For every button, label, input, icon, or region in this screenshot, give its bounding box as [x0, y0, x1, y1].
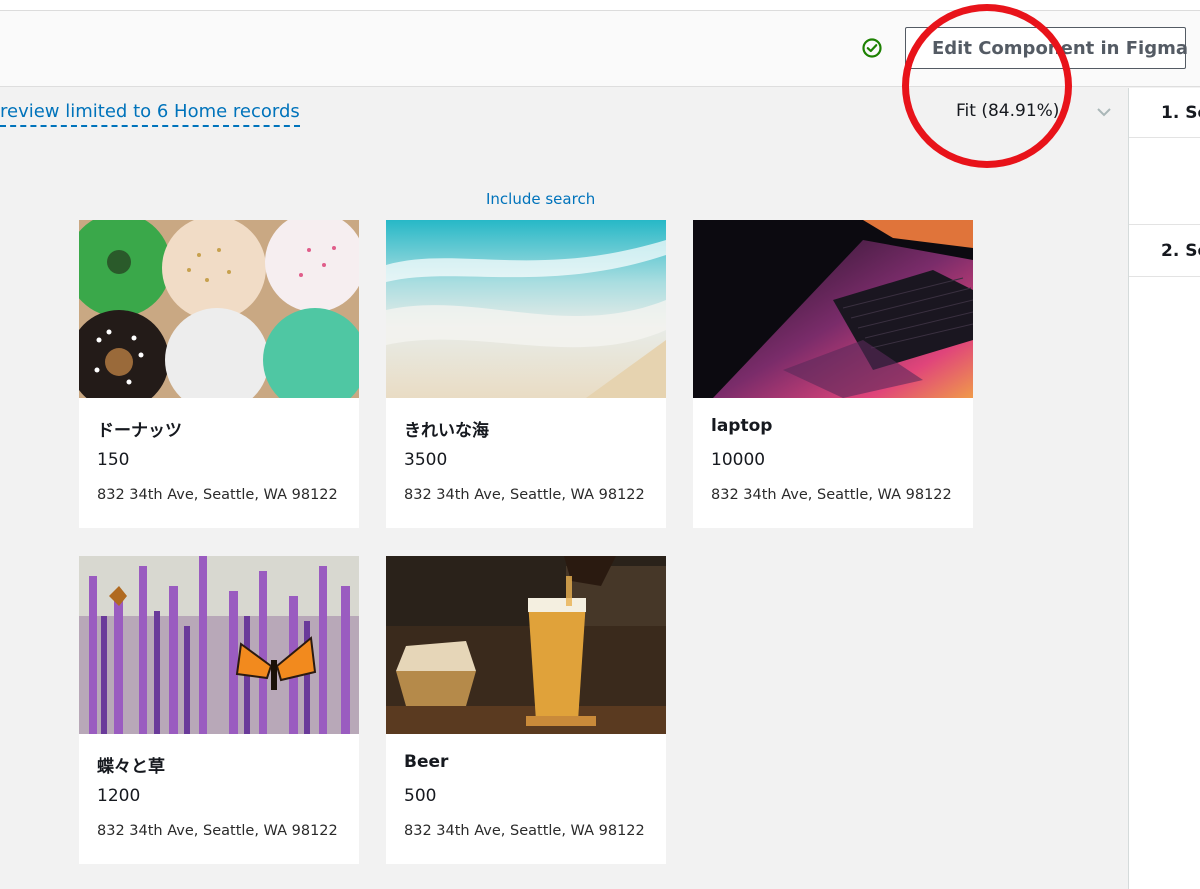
record-card[interactable]: Beer 500 832 34th Ave, Seattle, WA 98122 — [386, 556, 666, 864]
beer-image — [386, 556, 666, 734]
step-1-header[interactable]: 1. Se — [1129, 88, 1200, 138]
edit-component-in-figma-button[interactable]: Edit Component in Figma — [905, 27, 1188, 69]
step-2-header[interactable]: 2. Se — [1129, 225, 1200, 277]
check-circle-icon — [862, 38, 882, 58]
laptop-image — [693, 220, 973, 398]
card-address: 832 34th Ave, Seattle, WA 98122 — [97, 487, 338, 503]
donuts-image — [79, 220, 359, 398]
record-card[interactable]: ドーナッツ 150 832 34th Ave, Seattle, WA 9812… — [79, 220, 359, 528]
card-title: きれいな海 — [404, 421, 489, 441]
card-price: 10000 — [711, 450, 766, 470]
card-title: Beer — [404, 752, 449, 772]
card-title: ドーナッツ — [97, 421, 182, 441]
card-title: laptop — [711, 416, 773, 436]
right-panel: 1. Se 2. Se — [1128, 88, 1200, 889]
card-address: 832 34th Ave, Seattle, WA 98122 — [711, 487, 952, 503]
butterfly-lavender-image — [79, 556, 359, 734]
header-bar: Edit Component in Figma — [0, 11, 1200, 87]
card-address: 832 34th Ave, Seattle, WA 98122 — [97, 823, 338, 839]
top-strip — [0, 0, 1200, 11]
preview-limit-notice[interactable]: review limited to 6 Home records — [0, 101, 300, 127]
card-price: 3500 — [404, 450, 448, 470]
step-1-body — [1129, 139, 1200, 225]
record-card[interactable]: laptop 10000 832 34th Ave, Seattle, WA 9… — [693, 220, 973, 528]
card-address: 832 34th Ave, Seattle, WA 98122 — [404, 823, 645, 839]
zoom-select[interactable]: Fit (84.91%) — [940, 96, 1120, 128]
zoom-label: Fit (84.91%) — [956, 101, 1060, 121]
card-price: 150 — [97, 450, 130, 470]
card-price: 500 — [404, 786, 437, 806]
card-price: 1200 — [97, 786, 141, 806]
record-card[interactable]: きれいな海 3500 832 34th Ave, Seattle, WA 981… — [386, 220, 666, 528]
chevron-down-icon — [1097, 108, 1111, 117]
card-title: 蝶々と草 — [97, 757, 165, 777]
record-card[interactable]: 蝶々と草 1200 832 34th Ave, Seattle, WA 9812… — [79, 556, 359, 864]
card-address: 832 34th Ave, Seattle, WA 98122 — [404, 487, 645, 503]
beach-image — [386, 220, 666, 398]
include-search-link[interactable]: Include search — [486, 190, 595, 208]
